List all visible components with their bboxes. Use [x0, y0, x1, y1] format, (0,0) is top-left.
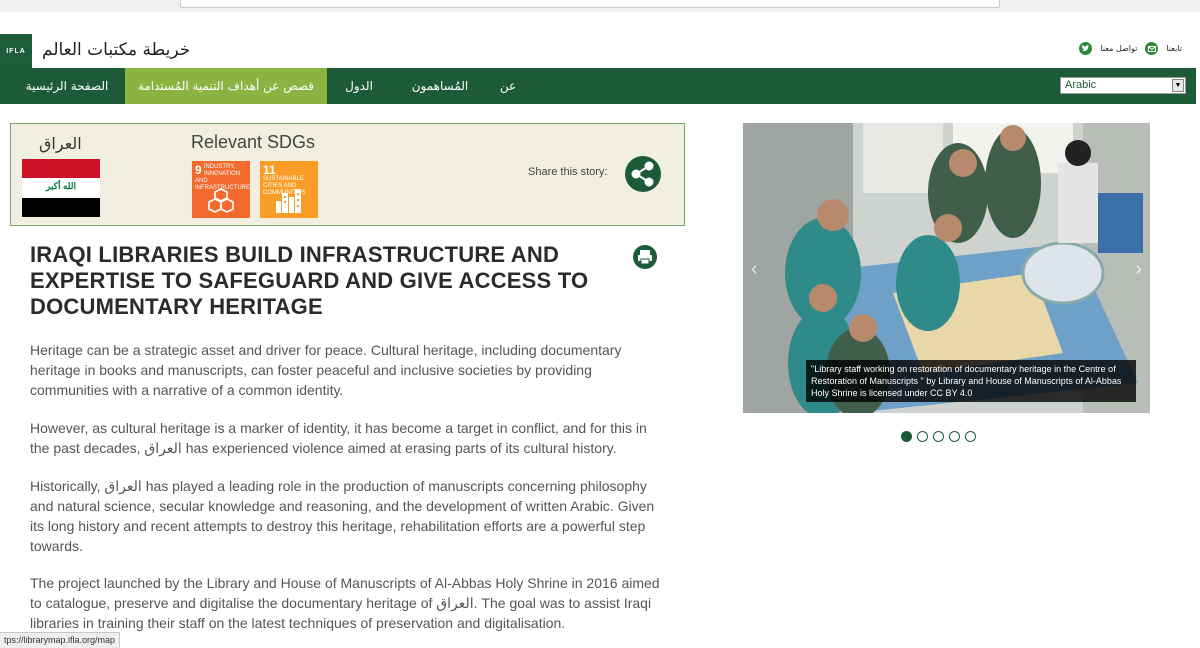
follow-link[interactable]: تابعنا: [1166, 44, 1182, 53]
story-meta-panel: العراق الله أكبر Relevant SDGs 9 INDUSTR…: [10, 123, 685, 226]
site-header: IFLA خريطة مكتبات العالم تواصل معنا تابع…: [0, 12, 1200, 68]
share-icon: [631, 161, 654, 187]
carousel-prev-button[interactable]: ‹: [751, 258, 758, 281]
share-button[interactable]: [625, 156, 661, 192]
sdg-heading: Relevant SDGs: [191, 132, 316, 152]
nav-item-countries[interactable]: الدول: [333, 68, 385, 104]
social-links: تواصل معنا تابعنا: [1079, 42, 1182, 55]
article-title: IRAQI LIBRARIES BUILD INFRASTRUCTURE AND…: [30, 242, 589, 319]
article-paragraph: The project launched by the Library and …: [30, 575, 660, 631]
photo-caption: "Library staff working on restoration of…: [806, 360, 1136, 402]
chevron-down-icon[interactable]: ▼: [1172, 79, 1184, 92]
language-select[interactable]: Arabic ▼: [1060, 77, 1186, 94]
carousel-dot-3[interactable]: [933, 431, 944, 442]
language-select-value: Arabic: [1065, 79, 1097, 91]
mail-icon[interactable]: [1145, 42, 1159, 55]
city-icon: [276, 189, 301, 213]
status-bar-url: tps://librarymap.ifla.org/map: [0, 632, 121, 648]
ifla-logo[interactable]: IFLA: [0, 34, 32, 68]
print-button[interactable]: [633, 245, 657, 269]
article-paragraph: Historically, العراق has played a leadin…: [30, 478, 655, 554]
carousel-dot-5[interactable]: [965, 431, 976, 442]
nav-item-contributors[interactable]: المُساهمون: [400, 68, 480, 104]
carousel-next-button[interactable]: ›: [1135, 258, 1142, 281]
share-label: Share this story:: [528, 166, 608, 178]
contact-link[interactable]: تواصل معنا: [1100, 44, 1137, 53]
iraq-flag: الله أكبر: [22, 159, 100, 217]
site-title[interactable]: خريطة مكتبات العالم: [42, 40, 190, 60]
carousel-pagination: [901, 431, 976, 442]
sdg-number: 9: [195, 163, 202, 177]
carousel-dot-4[interactable]: [949, 431, 960, 442]
twitter-icon[interactable]: [1079, 42, 1093, 55]
sdg-number: 11: [263, 163, 276, 177]
nav-item-home[interactable]: الصفحة الرئيسية: [14, 68, 120, 104]
nav-item-about[interactable]: عن: [492, 68, 524, 104]
cubes-icon: [208, 188, 234, 213]
nav-item-sdg-stories[interactable]: قصص عن أهداف التنمية المُستدامة: [125, 68, 327, 104]
sdg-9-tile[interactable]: 9 INDUSTRY, INNOVATION AND INFRASTRUCTUR…: [192, 161, 250, 218]
address-bar[interactable]: [180, 0, 1000, 8]
carousel-dot-1[interactable]: [901, 431, 912, 442]
article-paragraph: Heritage can be a strategic asset and dr…: [30, 342, 622, 398]
main-nav: الصفحة الرئيسية قصص عن أهداف التنمية الم…: [0, 68, 1196, 104]
story-photo-slide[interactable]: ‹ › "Library staff working on restoratio…: [743, 123, 1150, 413]
country-name[interactable]: العراق: [39, 134, 82, 153]
flag-inscription: الله أكبر: [45, 181, 76, 191]
carousel-dot-2[interactable]: [917, 431, 928, 442]
printer-icon: [638, 250, 652, 265]
sdg-11-tile[interactable]: 11 SUSTAINABLE CITIES AND COMMUNITIES: [260, 161, 318, 218]
article-paragraph: However, as cultural heritage is a marke…: [30, 420, 647, 456]
